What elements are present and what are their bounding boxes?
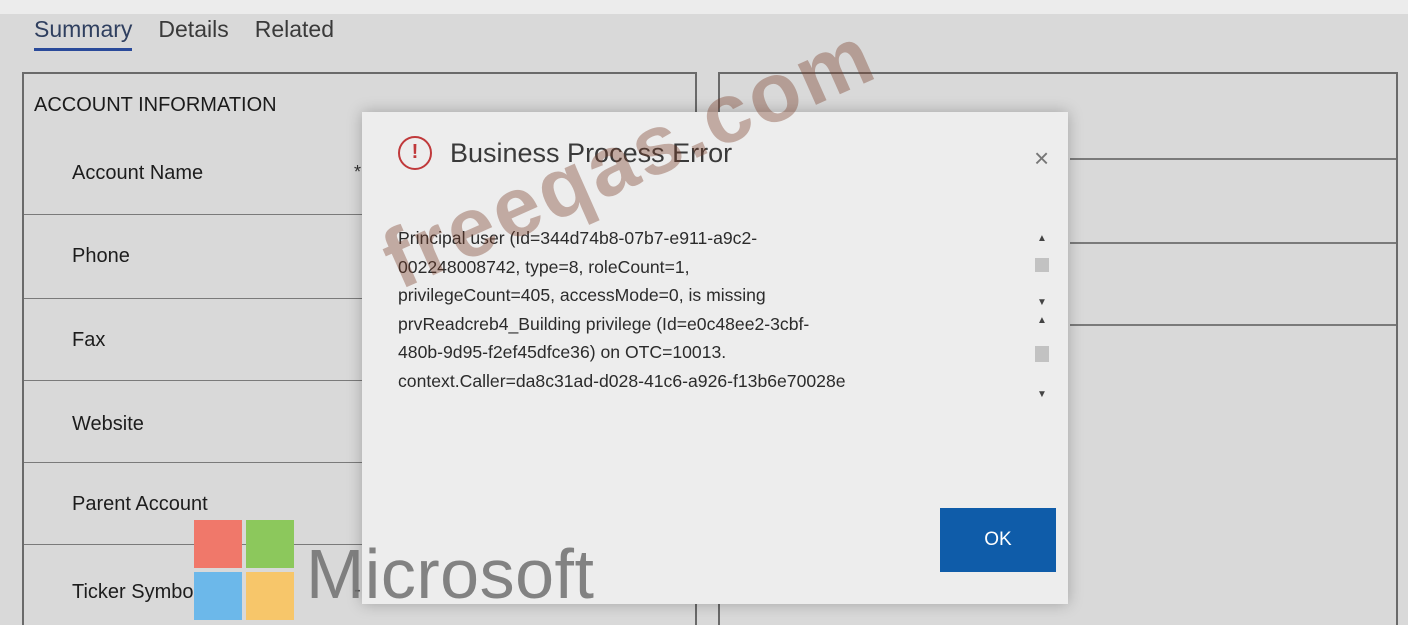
field-label: Website bbox=[72, 413, 144, 435]
scroll-thumb[interactable] bbox=[1035, 346, 1049, 362]
message-line: Principal user (Id=344d74b8-07b7-e911-a9… bbox=[398, 228, 758, 248]
field-label: Account Name bbox=[72, 162, 204, 184]
dialog-title: Business Process Error bbox=[450, 138, 733, 168]
close-icon[interactable]: × bbox=[1034, 145, 1049, 171]
message-line: context.Caller=da8c31ad-d028-41c6-a926-f… bbox=[398, 370, 846, 391]
divider bbox=[1070, 242, 1396, 244]
business-process-error-dialog: ! Business Process Error × Principal use… bbox=[362, 112, 1068, 604]
error-icon: ! bbox=[398, 136, 432, 170]
required-indicator: * bbox=[354, 162, 362, 182]
ok-button[interactable]: OK bbox=[940, 508, 1056, 572]
section-title: ACCOUNT INFORMATION bbox=[34, 94, 277, 116]
empty-value-dash: - bbox=[354, 579, 361, 601]
field-label: Ticker Symbol bbox=[72, 581, 198, 603]
scroll-down-icon[interactable]: ▼ bbox=[1034, 298, 1050, 308]
message-scrollbar[interactable]: ▲ ▼ bbox=[1034, 230, 1050, 308]
scroll-down-icon[interactable]: ▼ bbox=[1034, 390, 1050, 400]
error-message: Principal user (Id=344d74b8-07b7-e911-a9… bbox=[398, 224, 1038, 424]
tab-details[interactable]: Details bbox=[158, 12, 228, 48]
message-line: 480b-9d95-f2ef45dfce36) on OTC=10013. bbox=[398, 342, 727, 362]
scroll-thumb[interactable] bbox=[1035, 258, 1049, 272]
field-label: Phone bbox=[72, 245, 130, 267]
scroll-up-icon[interactable]: ▲ bbox=[1034, 316, 1050, 326]
message-scrollbar[interactable]: ▲ ▼ bbox=[1034, 316, 1050, 412]
scroll-up-icon[interactable]: ▲ bbox=[1034, 234, 1050, 244]
field-label: Fax bbox=[72, 329, 106, 351]
message-line: 002248008742, type=8, roleCount=1, bbox=[398, 256, 690, 277]
message-line: privilegeCount=405, accessMode=0, is mis… bbox=[398, 285, 766, 305]
tab-related[interactable]: Related bbox=[255, 12, 334, 48]
tab-summary[interactable]: Summary bbox=[34, 12, 133, 51]
form-tabs: Summary Details Related bbox=[34, 12, 360, 52]
crm-form-screen: Summary Details Related ACCOUNT INFORMAT… bbox=[0, 0, 1408, 625]
divider bbox=[1070, 158, 1396, 160]
divider bbox=[1070, 324, 1396, 326]
message-line: prvReadcreb4_Building privilege (Id=e0c4… bbox=[398, 313, 810, 334]
field-label: Parent Account bbox=[72, 493, 208, 515]
